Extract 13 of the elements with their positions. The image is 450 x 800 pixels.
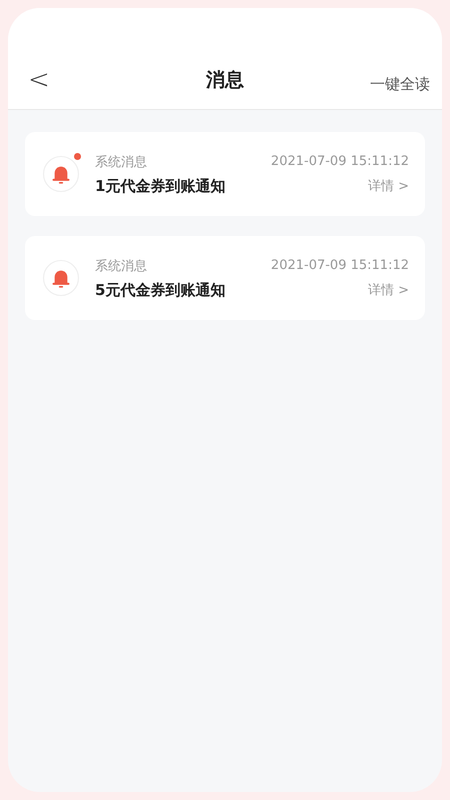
message-title: 5元代金券到账通知: [95, 280, 226, 300]
bell-icon: [43, 156, 79, 192]
message-title: 1元代金券到账通知: [95, 176, 226, 196]
back-button[interactable]: <: [22, 65, 56, 95]
page-title: 消息: [206, 68, 244, 93]
mark-all-read-button[interactable]: 一键全读: [370, 73, 430, 95]
message-time: 2021-07-09 15:11:12: [270, 154, 409, 169]
message-time: 2021-07-09 15:11:12: [270, 258, 409, 273]
message-card[interactable]: 系统消息 2021-07-09 15:11:12 5元代金券到账通知 详情 >: [25, 236, 425, 320]
message-category: 系统消息: [95, 258, 147, 274]
message-category: 系统消息: [95, 154, 147, 170]
bell-icon: [43, 260, 79, 296]
message-card[interactable]: 系统消息 2021-07-09 15:11:12 1元代金券到账通知 详情 >: [25, 132, 425, 216]
